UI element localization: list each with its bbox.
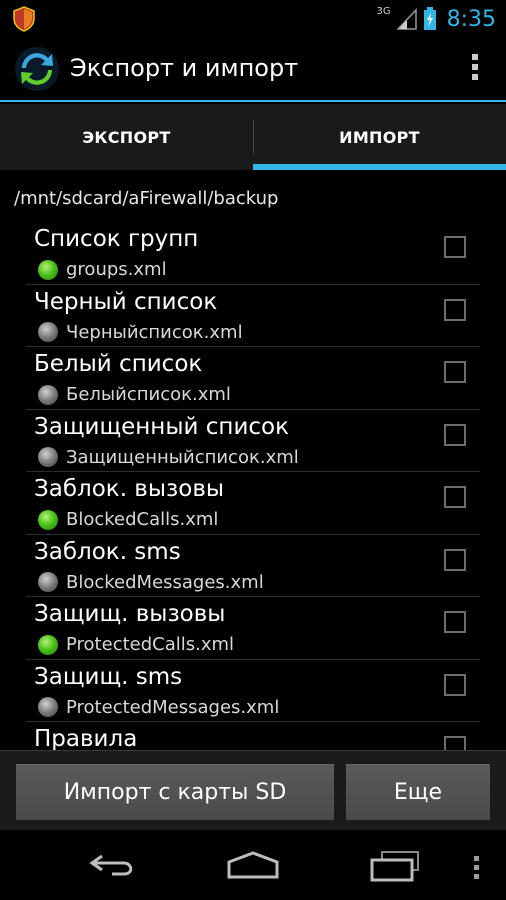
list-item[interactable]: Защищенный список Защищенныйсписок.xml xyxy=(26,410,480,472)
status-indicators: 3G 8:35 xyxy=(376,0,496,38)
list-item[interactable]: Черный список Черныйсписок.xml xyxy=(26,285,480,347)
item-file: ProtectedCalls.xml xyxy=(66,634,235,655)
item-title: Список групп xyxy=(34,226,199,252)
menu-dots-icon[interactable] xyxy=(474,856,480,883)
item-checkbox[interactable] xyxy=(444,611,466,633)
list-item[interactable]: Список групп groups.xml xyxy=(26,222,480,285)
item-title: Белый список xyxy=(34,351,203,377)
item-checkbox[interactable] xyxy=(444,548,466,571)
item-file: BlockedCalls.xml xyxy=(66,509,219,530)
item-checkbox[interactable] xyxy=(444,423,466,446)
tab-import[interactable]: ИМПОРТ xyxy=(253,104,506,170)
item-subtitle: Защищенныйсписок.xml xyxy=(38,447,299,468)
item-title: Правила xyxy=(34,726,138,750)
item-file: BlockedMessages.xml xyxy=(66,571,264,593)
backup-path: /mnt/sdcard/aFirewall/backup xyxy=(14,188,279,209)
list-item[interactable]: Заблок. sms BlockedMessages.xml xyxy=(26,535,480,597)
status-bar: 3G 8:35 xyxy=(0,0,506,38)
item-title: Защищенный список xyxy=(34,413,289,440)
item-title: Защищ. sms xyxy=(34,663,183,690)
item-checkbox[interactable] xyxy=(444,236,466,258)
status-dot-icon xyxy=(38,259,58,280)
list-item[interactable]: Белый список Белыйсписок.xml xyxy=(26,347,480,410)
item-subtitle: BlockedMessages.xml xyxy=(38,572,264,593)
item-subtitle: BlockedCalls.xml xyxy=(38,509,218,530)
page-title: Экспорт и импорт xyxy=(70,54,299,82)
item-subtitle: Белыйсписок.xml xyxy=(38,384,231,405)
more-button[interactable]: Еще xyxy=(346,764,490,820)
import-from-sd-button[interactable]: Импорт с карты SD xyxy=(16,764,334,820)
status-dot-icon xyxy=(38,509,58,530)
navigation-bar xyxy=(0,830,506,900)
recent-apps-icon[interactable] xyxy=(370,850,422,882)
item-file: Белыйсписок.xml xyxy=(66,384,231,405)
item-checkbox[interactable] xyxy=(444,486,466,508)
item-title: Заблок. вызовы xyxy=(34,476,225,502)
tab-bar: ЭКСПОРТ ИМПОРТ xyxy=(0,104,506,170)
tab-export-label: ЭКСПОРТ xyxy=(82,127,171,147)
status-dot-icon xyxy=(38,572,58,592)
item-title: Черный список xyxy=(34,288,218,315)
item-title: Защищ. вызовы xyxy=(34,601,226,627)
item-file: Черныйсписок.xml xyxy=(66,321,243,343)
item-checkbox[interactable] xyxy=(444,361,466,383)
network-type: 3G xyxy=(376,5,391,17)
item-subtitle: Черныйсписок.xml xyxy=(38,322,243,343)
item-title: Заблок. sms xyxy=(34,538,181,565)
backup-file-list: Список групп groups.xml Черный список Че… xyxy=(0,222,506,750)
item-file: ProtectedMessages.xml xyxy=(66,696,280,718)
overflow-menu-icon[interactable] xyxy=(470,54,480,84)
more-button-label: Еще xyxy=(393,780,443,805)
item-subtitle: groups.xml xyxy=(38,259,167,280)
status-dot-icon xyxy=(38,322,58,342)
list-item[interactable]: Защищ. вызовы ProtectedCalls.xml xyxy=(26,597,480,660)
shield-warning-icon xyxy=(13,6,35,32)
action-bar: Экспорт и импорт xyxy=(0,38,506,102)
home-icon[interactable] xyxy=(226,850,280,880)
button-bar: Импорт с карты SD Еще xyxy=(0,750,506,830)
item-file: Защищенныйсписок.xml xyxy=(66,446,299,468)
item-checkbox[interactable] xyxy=(444,673,466,696)
back-icon[interactable] xyxy=(88,850,138,880)
item-checkbox[interactable] xyxy=(444,736,466,750)
sync-arrows-icon[interactable] xyxy=(14,46,60,92)
item-subtitle: ProtectedMessages.xml xyxy=(38,697,279,718)
battery-charging-icon xyxy=(423,7,436,30)
list-item[interactable]: Защищ. sms ProtectedMessages.xml xyxy=(26,660,480,722)
import-button-label: Импорт с карты SD xyxy=(63,780,287,805)
item-checkbox[interactable] xyxy=(444,298,466,321)
status-dot-icon xyxy=(38,447,58,467)
item-subtitle: ProtectedCalls.xml xyxy=(38,634,234,655)
signal-icon xyxy=(396,8,417,30)
clock: 8:35 xyxy=(446,6,496,32)
status-dot-icon xyxy=(38,634,58,655)
list-item[interactable]: Правила xyxy=(26,722,480,750)
status-dot-icon xyxy=(38,384,58,405)
tab-export[interactable]: ЭКСПОРТ xyxy=(0,104,253,170)
status-dot-icon xyxy=(38,697,58,717)
item-file: groups.xml xyxy=(66,259,167,280)
list-item[interactable]: Заблок. вызовы BlockedCalls.xml xyxy=(26,472,480,535)
tab-import-label: ИМПОРТ xyxy=(339,127,420,147)
